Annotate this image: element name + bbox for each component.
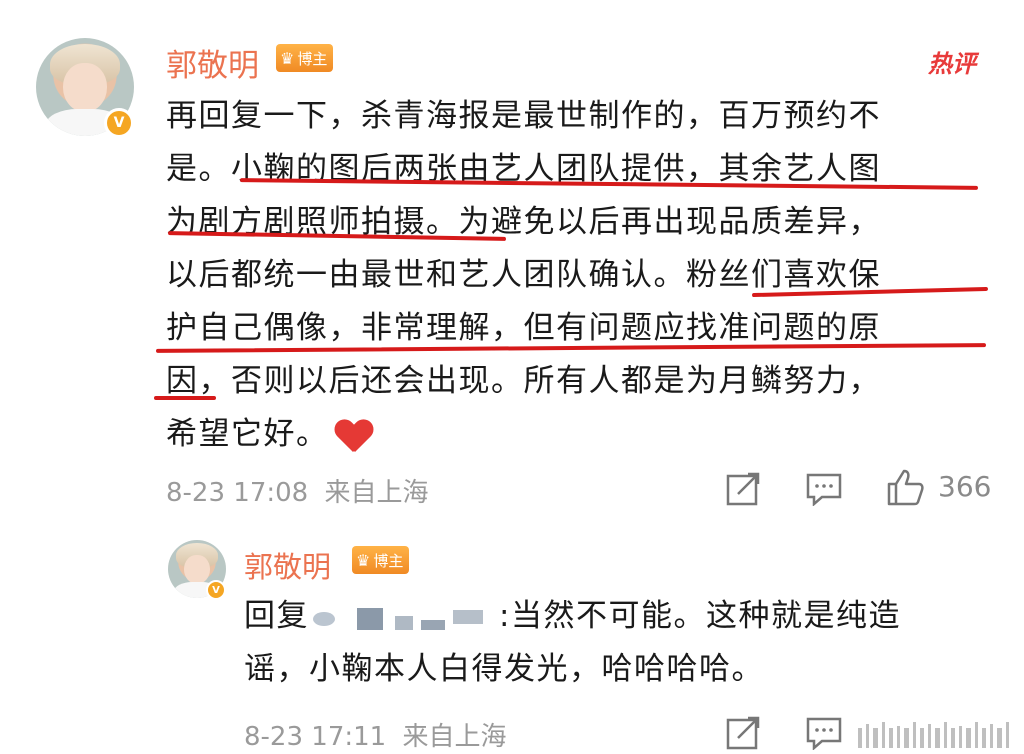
- reply-prefix: 回复: [244, 598, 309, 634]
- reply-line: 回复 :当然不可能。这种就是纯造: [244, 590, 1004, 643]
- badge-label: 博主: [297, 49, 328, 68]
- watermark-bars: [858, 718, 1018, 750]
- comment-time: 8-23 17:08: [166, 478, 309, 508]
- comment-body: 再回复一下，杀青海报是最世制作的，百万预约不 是。小鞠的图后两张由艺人团队提供，…: [166, 90, 986, 461]
- like-icon[interactable]: [886, 468, 924, 506]
- comment-source: 来自上海: [324, 478, 429, 508]
- reply-separator: :: [499, 598, 511, 634]
- crown-icon: ♛: [280, 48, 295, 68]
- avatar-face: [184, 555, 210, 585]
- author-name[interactable]: 郭敬明: [166, 40, 259, 85]
- hot-comment-tag: 热评: [928, 50, 976, 78]
- comment-line: 为剧方剧照师拍摄。为避免以后再出现品质差异，: [166, 204, 881, 240]
- reply-author-name[interactable]: 郭敬明: [244, 544, 331, 586]
- badge-label: 博主: [373, 551, 404, 570]
- like-count: 366: [938, 470, 992, 503]
- reply-source: 来自上海: [402, 722, 507, 752]
- reply-time: 8-23 17:11: [244, 722, 387, 752]
- highlight-underline: [154, 396, 216, 400]
- comment-line: 再回复一下，杀青海报是最世制作的，百万预约不: [166, 98, 881, 134]
- crown-icon: ♛: [356, 550, 371, 570]
- comment-icon[interactable]: [806, 716, 842, 750]
- comment-line-last: 希望它好。: [166, 408, 986, 461]
- verified-v-icon: V: [104, 108, 134, 138]
- share-icon[interactable]: [726, 472, 762, 506]
- heart-emoji-icon: [335, 420, 371, 452]
- share-icon[interactable]: [726, 716, 762, 750]
- blogger-badge: ♛ 博主: [276, 44, 334, 72]
- blogger-badge: ♛ 博主: [352, 546, 410, 574]
- reply-line-text: 当然不可能。这种就是纯造: [510, 598, 901, 634]
- reply-line: 谣，小鞠本人白得发光，哈哈哈哈。: [244, 651, 764, 687]
- blurred-username[interactable]: [309, 602, 499, 634]
- watermark-graphic: [858, 722, 1009, 748]
- comment-line: 希望它好。: [166, 416, 329, 452]
- comment-icon[interactable]: [806, 472, 842, 506]
- verified-v-icon: V: [206, 580, 226, 600]
- comment-meta: 8-23 17:08 来自上海: [166, 472, 428, 509]
- reply-meta: 8-23 17:11 来自上海: [244, 716, 506, 753]
- reply-body: 回复 :当然不可能。这种就是纯造 谣，小鞠本人白得发光，哈哈哈哈。: [244, 590, 1004, 696]
- comment-line: 因，否则以后还会出现。所有人都是为月鳞努力，: [166, 363, 881, 399]
- avatar-face: [63, 63, 107, 113]
